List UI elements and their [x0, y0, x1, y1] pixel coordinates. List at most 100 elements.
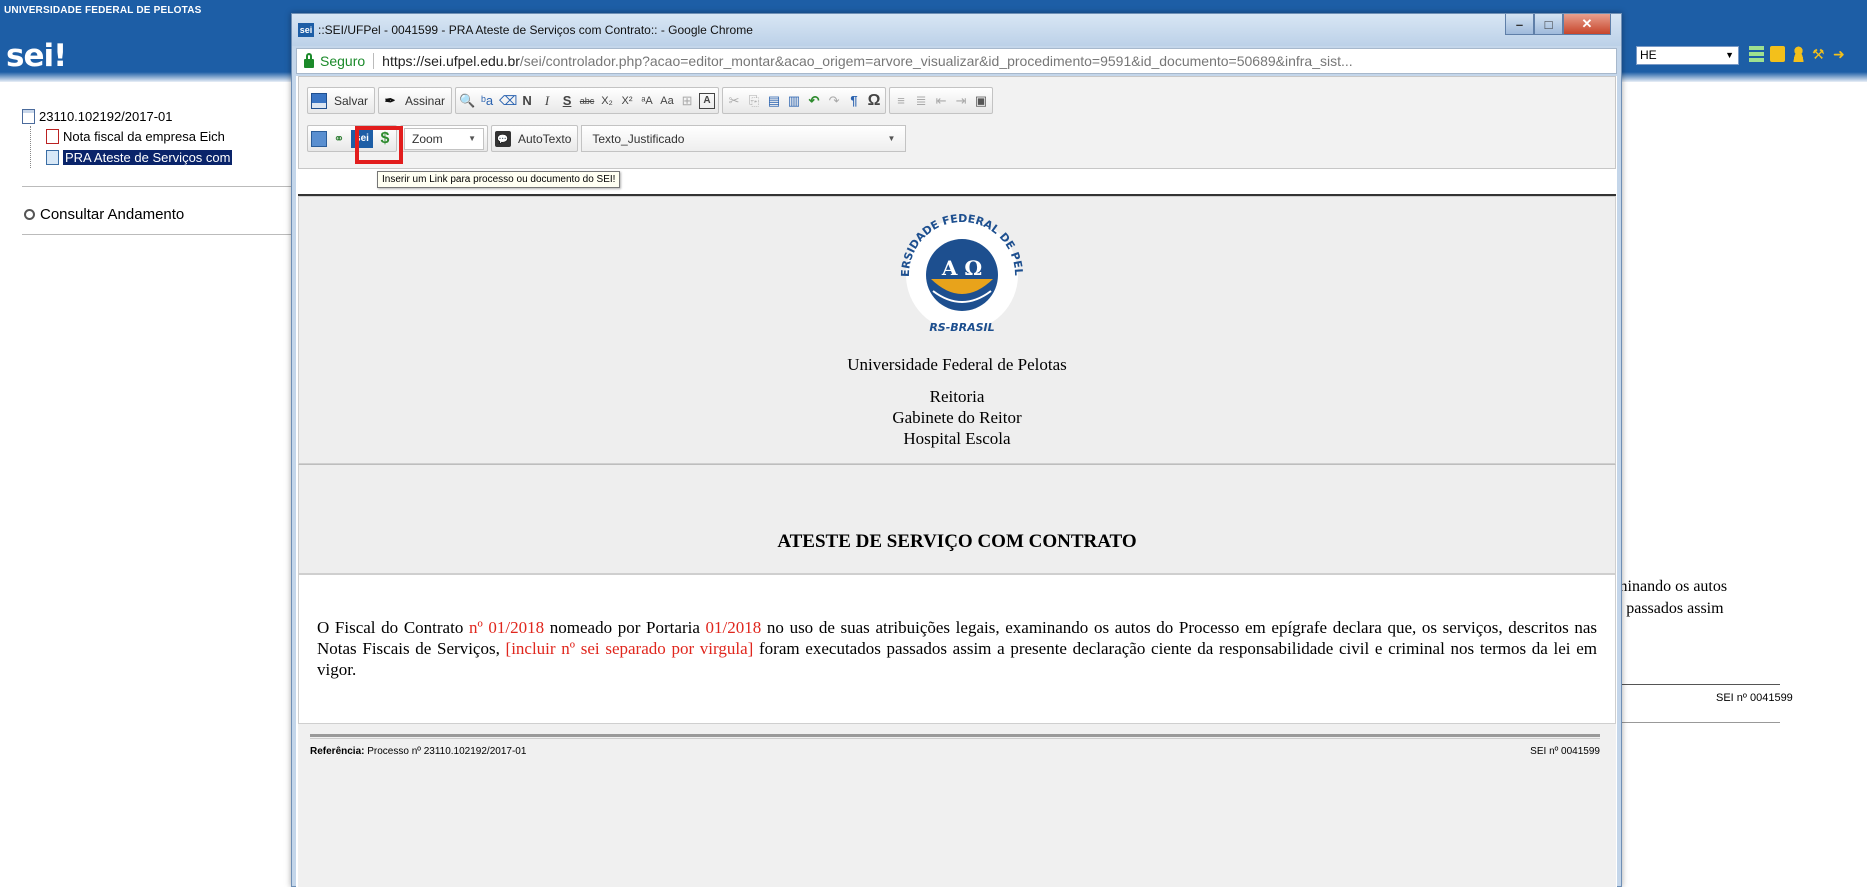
document-icon	[46, 150, 59, 165]
header-line: Hospital Escola	[903, 429, 1011, 448]
window-controls: – □ ✕	[1505, 14, 1611, 35]
divider	[22, 234, 292, 235]
close-button[interactable]: ✕	[1563, 14, 1611, 35]
tree-item-nota-fiscal[interactable]: Nota fiscal da empresa Eich	[46, 129, 225, 144]
strikethrough-icon[interactable]: abc	[579, 93, 595, 109]
subscript-icon[interactable]: X₂	[599, 93, 615, 109]
find-icon[interactable]: 🔍	[459, 93, 475, 109]
notes-icon[interactable]	[1770, 46, 1785, 62]
clipboard-group: ✂ ⎘ ▤ ▥ ↶ ↷ ¶ Ω	[722, 87, 887, 114]
indent-icon[interactable]: ⇥	[953, 93, 969, 109]
header-icons: ⚒ ➜	[1749, 46, 1848, 62]
svg-text:A Ω: A Ω	[941, 256, 982, 280]
highlight-box	[355, 126, 403, 164]
document-body[interactable]: O Fiscal do Contrato nº 01/2018 nomeado …	[298, 574, 1616, 724]
numbered-list-icon[interactable]: ≡	[893, 93, 909, 109]
exit-icon[interactable]: ➜	[1833, 46, 1848, 62]
zoom-label: Zoom	[412, 131, 443, 146]
undo-icon[interactable]: ↶	[806, 93, 822, 109]
chevron-down-icon: ▼	[887, 134, 896, 143]
body-paragraph: O Fiscal do Contrato nº 01/2018 nomeado …	[317, 618, 1598, 679]
window-title: ::SEI/UFPel - 0041599 - PRA Ateste de Se…	[318, 23, 753, 37]
address-bar[interactable]: Seguro https://sei.ufpel.edu.br /sei/con…	[296, 48, 1617, 74]
tree-process[interactable]: 23110.102192/2017-01	[22, 109, 173, 124]
pdf-icon	[46, 129, 59, 144]
sign-label: Assinar	[405, 93, 446, 108]
chevron-down-icon: ▼	[468, 134, 476, 143]
lock-icon	[304, 52, 314, 68]
header-line: Reitoria	[929, 387, 985, 406]
list-group: ≡ ≣ ⇤ ⇥ ▣	[889, 87, 994, 114]
cut-icon[interactable]: ✂	[726, 93, 742, 109]
consultar-andamento-link[interactable]: Consultar Andamento	[24, 206, 184, 223]
wrench-icon[interactable]: ⚒	[1812, 46, 1827, 62]
document-title-section[interactable]: ATESTE DE SERVIÇO COM CONTRATO	[298, 464, 1616, 574]
text-color-icon[interactable]: A	[699, 92, 716, 109]
background-doc-rule	[1600, 722, 1780, 723]
autotexto-button[interactable]: 💬 AutoTexto	[491, 125, 579, 152]
paragraph-style-dropdown[interactable]: Texto_Justificado ▼	[581, 125, 907, 152]
table-icon[interactable]: ⊞	[679, 93, 695, 109]
sign-button[interactable]: ✒ Assinar	[378, 87, 453, 114]
autotexto-label: AutoTexto	[518, 131, 572, 146]
url-path: /sei/controlador.php?acao=editor_montar&…	[519, 53, 1353, 69]
globe-link-icon[interactable]: ⚭	[331, 131, 347, 147]
divider	[22, 186, 292, 187]
consultar-label: Consultar Andamento	[40, 206, 185, 223]
secure-label: Seguro	[320, 53, 366, 69]
copy-icon[interactable]: ⎘	[746, 93, 762, 109]
image-icon[interactable]: ▣	[973, 93, 989, 109]
underline-icon[interactable]: S	[559, 93, 575, 109]
chevron-down-icon: ▼	[1725, 50, 1734, 60]
document-title: ATESTE DE SERVIÇO COM CONTRATO	[777, 531, 1137, 552]
university-name: Universidade Federal de Pelotas	[847, 355, 1067, 374]
tree-item-ateste[interactable]: PRA Ateste de Serviços com	[46, 150, 233, 165]
tree-item-label-selected: PRA Ateste de Serviços com	[63, 150, 233, 165]
zoom-dropdown[interactable]: Zoom ▼	[404, 127, 484, 150]
sei-logo[interactable]: sei!	[6, 38, 67, 74]
document-footer: Referência: Processo nº 23110.102192/201…	[298, 724, 1616, 887]
footer-rule	[310, 734, 1600, 737]
unit-select[interactable]: HE ▼	[1636, 46, 1739, 65]
maximize-button[interactable]: □	[1534, 14, 1563, 35]
redo-icon[interactable]: ↷	[826, 93, 842, 109]
tooltip: Inserir um Link para processo ou documen…	[377, 171, 621, 188]
minimize-button[interactable]: –	[1505, 14, 1534, 35]
editor-window: sei ::SEI/UFPel - 0041599 - PRA Ateste d…	[291, 13, 1622, 887]
save-label: Salvar	[334, 93, 369, 108]
italic-icon[interactable]: I	[539, 93, 555, 109]
sei-favicon-icon: sei	[298, 23, 314, 37]
list-icon[interactable]	[1749, 46, 1764, 62]
url-host: https://sei.ufpel.edu.br	[382, 53, 520, 69]
divider	[373, 53, 375, 69]
tree-connector	[30, 126, 31, 168]
footer-reference: Referência: Processo nº 23110.102192/201…	[310, 746, 527, 757]
placeholder-sei-numbers: [incluir nº sei separado por virgula]	[505, 639, 754, 658]
uppercase-icon[interactable]: ᵃA	[639, 93, 655, 109]
contract-number: nº 01/2018	[468, 618, 545, 637]
document-header[interactable]: UNIVERSIDADE FEDERAL DE PELOTAS A Ω RS-B…	[298, 196, 1616, 464]
paste-word-icon[interactable]: ▥	[786, 93, 802, 109]
paragraph-icon[interactable]: ¶	[846, 93, 862, 109]
window-titlebar[interactable]: sei ::SEI/UFPel - 0041599 - PRA Ateste d…	[292, 14, 1621, 46]
omega-icon[interactable]: Ω	[866, 92, 882, 109]
replace-icon[interactable]: ᵇa	[479, 93, 495, 109]
paste-icon[interactable]: ▤	[766, 93, 782, 109]
book-icon[interactable]	[311, 130, 327, 147]
university-title: UNIVERSIDADE FEDERAL DE PELOTAS	[4, 5, 202, 16]
lowercase-icon[interactable]: Aa	[659, 93, 675, 109]
svg-text:RS-BRASIL: RS-BRASIL	[929, 321, 994, 333]
bold-icon[interactable]: N	[519, 93, 535, 109]
outdent-icon[interactable]: ⇤	[933, 93, 949, 109]
bullet-list-icon[interactable]: ≣	[913, 93, 929, 109]
save-icon	[311, 92, 327, 109]
toolbar-row-1: Salvar ✒ Assinar 🔍 ᵇa ⌫ N I S abc X₂ X² …	[307, 87, 994, 114]
eraser-icon[interactable]: ⌫	[499, 93, 517, 109]
university-seal-icon: UNIVERSIDADE FEDERAL DE PELOTAS A Ω RS-B…	[891, 213, 1025, 333]
editor-content: Salvar ✒ Assinar 🔍 ᵇa ⌫ N I S abc X₂ X² …	[296, 76, 1617, 887]
superscript-icon[interactable]: X²	[619, 93, 635, 109]
save-button[interactable]: Salvar	[307, 87, 376, 114]
user-icon[interactable]	[1791, 46, 1806, 62]
zoom-group: Zoom ▼	[400, 125, 488, 152]
footer-rule	[310, 738, 1600, 739]
